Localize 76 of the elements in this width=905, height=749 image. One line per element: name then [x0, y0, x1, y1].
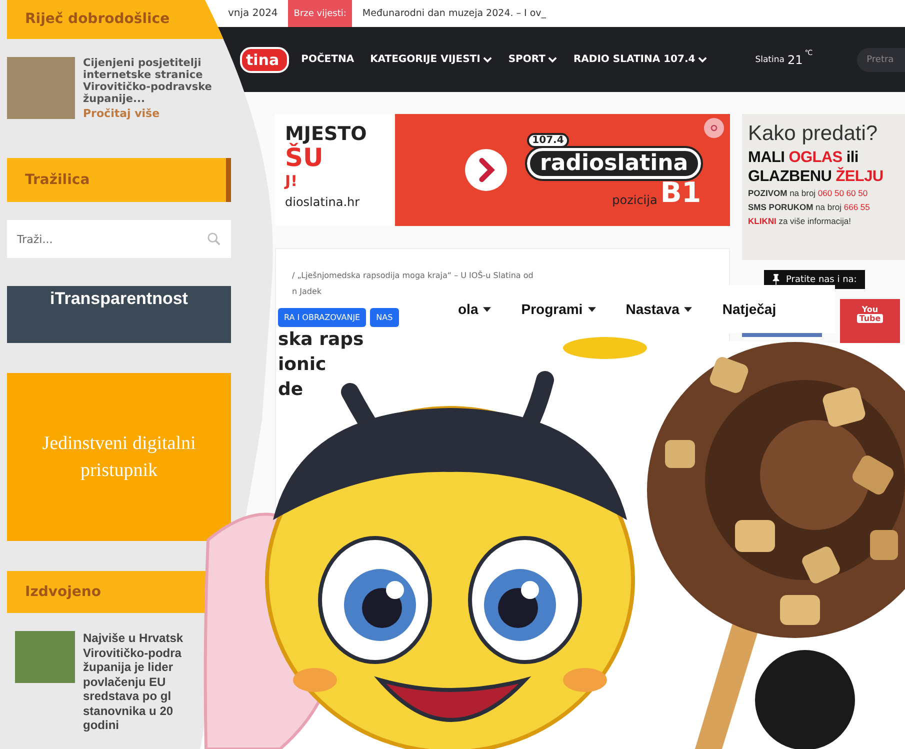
classified-ad-banner[interactable]: Kako predati? MALI OGLAS ili GLAZBENU ŽELJU POZIVOM na broj 060 50 60 50 SMS PORUKOM na broj 666 55 KLIKNI za više informacija!	[742, 114, 905, 260]
ad-highlight-text: KLIKNI	[748, 216, 776, 226]
article-title-line: de	[278, 378, 304, 402]
youtube-logo-text: You	[862, 305, 878, 314]
ad-headline-text: GLAZBENU	[748, 168, 833, 185]
radio-logo-text: radioslatina	[527, 148, 702, 179]
welcome-text: Cijenjeni posjetitelji internetske stranice Virovitičko-podravske županije...	[83, 57, 213, 105]
ad-instruction-text: na broj	[788, 188, 817, 198]
weather-temperature: 21	[787, 52, 803, 66]
featured-headline-line[interactable]: županija je lider	[83, 660, 184, 674]
caret-down-icon	[588, 306, 596, 312]
ad-headline-text: MALI	[748, 149, 786, 166]
featured-headline-line[interactable]: stanovnika u 20	[83, 704, 184, 718]
photo-placeholder	[15, 631, 75, 683]
ad-instruction-text: za više informacija!	[778, 216, 851, 226]
chevron-down-icon	[483, 55, 492, 64]
ad-heading: Kako predati?	[748, 122, 879, 146]
ad-instruction-text: na broj	[814, 202, 843, 212]
transparency-banner[interactable]: iTransparentnost	[7, 286, 231, 343]
chevron-down-icon	[548, 55, 558, 64]
photo-placeholder	[7, 57, 75, 119]
menu-item[interactable]: Natječaj	[722, 301, 776, 317]
menu-item[interactable]: ola	[458, 301, 492, 317]
nav-menu-item[interactable]: SPORT	[508, 54, 558, 65]
banner-title: iTransparentnost	[50, 289, 188, 310]
arrow-circle-icon	[465, 149, 507, 191]
ad-highlight-text: 060 50 60 50	[818, 188, 868, 198]
nav-menu-item[interactable]: POČETNA	[301, 54, 354, 65]
nav-menu-item[interactable]: KATEGORIJE VIJESTI	[370, 54, 492, 65]
ad-text: dioslatina.hr	[285, 194, 361, 211]
article-title-line: ionic	[278, 353, 326, 377]
featured-headline-line[interactable]: sredstava po gl	[83, 689, 184, 704]
ad-highlight-text: 666 55	[844, 202, 870, 212]
featured-headline-line[interactable]: Virovitičko-podra	[83, 646, 184, 660]
breaking-news-link[interactable]: Međunarodni dan muzeja 2024. – I ov_	[352, 8, 546, 19]
menu-item[interactable]: Programi	[521, 301, 596, 317]
featured-headline-line[interactable]: godini	[83, 718, 184, 732]
chevron-down-icon	[698, 55, 708, 64]
breaking-news-label: Brze vijesti:	[288, 0, 352, 27]
caret-down-icon	[483, 306, 492, 312]
youtube-tile[interactable]: You Tube	[840, 299, 900, 343]
section-heading: Izdvojeno	[25, 584, 102, 600]
author-name: n Jadek	[292, 287, 323, 296]
banner-text: Jedinstveni digitalni pristupnik	[41, 432, 197, 483]
breadcrumb: / „Lješnjomedska rapsodija moga kraja“ – U IOŠ-u Slatina od	[292, 271, 534, 280]
category-tag[interactable]: NAS	[370, 308, 399, 327]
position-label: pozicija	[612, 193, 658, 207]
follow-us-text: Pratite nas i na:	[786, 274, 857, 284]
category-tag[interactable]: RA I OBRAZOVANJE	[278, 308, 366, 327]
ad-instruction-text: POZIVOM	[748, 188, 788, 198]
featured-headline-line[interactable]: povlačenju EU	[83, 674, 184, 689]
search-icon	[207, 232, 221, 246]
featured-headline-line[interactable]: Najviše u Hrvatsk	[83, 631, 184, 646]
section-heading: Tražilica	[25, 172, 90, 188]
article-title-line: ska raps	[278, 328, 364, 352]
menu-item[interactable]: Nastava	[626, 301, 692, 317]
ad-text: J!	[285, 171, 298, 192]
ad-headline-text: ili	[845, 149, 858, 166]
date-text: vnja 2024	[227, 8, 279, 19]
caret-down-icon	[684, 306, 692, 312]
ad-highlight-text: ŽELJU	[836, 168, 884, 185]
advertisement-banner[interactable]: MJESTO ŠU J! dioslatina.hr 107.4 radioslatina pozicija B1	[275, 114, 730, 226]
position-code: B1	[660, 179, 702, 207]
weather-city: Slatina	[755, 54, 784, 64]
ad-text: ŠU	[285, 145, 324, 171]
ad-text: MJESTO	[285, 124, 368, 145]
site-logo[interactable]: tina	[240, 46, 290, 72]
ad-instruction-text: SMS PORUKOM	[748, 202, 814, 212]
ad-highlight-text: OGLAS	[788, 149, 842, 166]
search-field[interactable]: Traži...	[7, 220, 231, 258]
youtube-logo-text: Tube	[857, 314, 883, 323]
section-heading: Riječ dobrodošlice	[25, 11, 170, 27]
radio-frequency: 107.4	[527, 133, 569, 148]
nav-menu-item[interactable]: RADIO SLATINA 107.4	[573, 54, 708, 65]
search-field[interactable]: Pretra	[856, 48, 905, 72]
lens-icon[interactable]	[704, 118, 724, 138]
